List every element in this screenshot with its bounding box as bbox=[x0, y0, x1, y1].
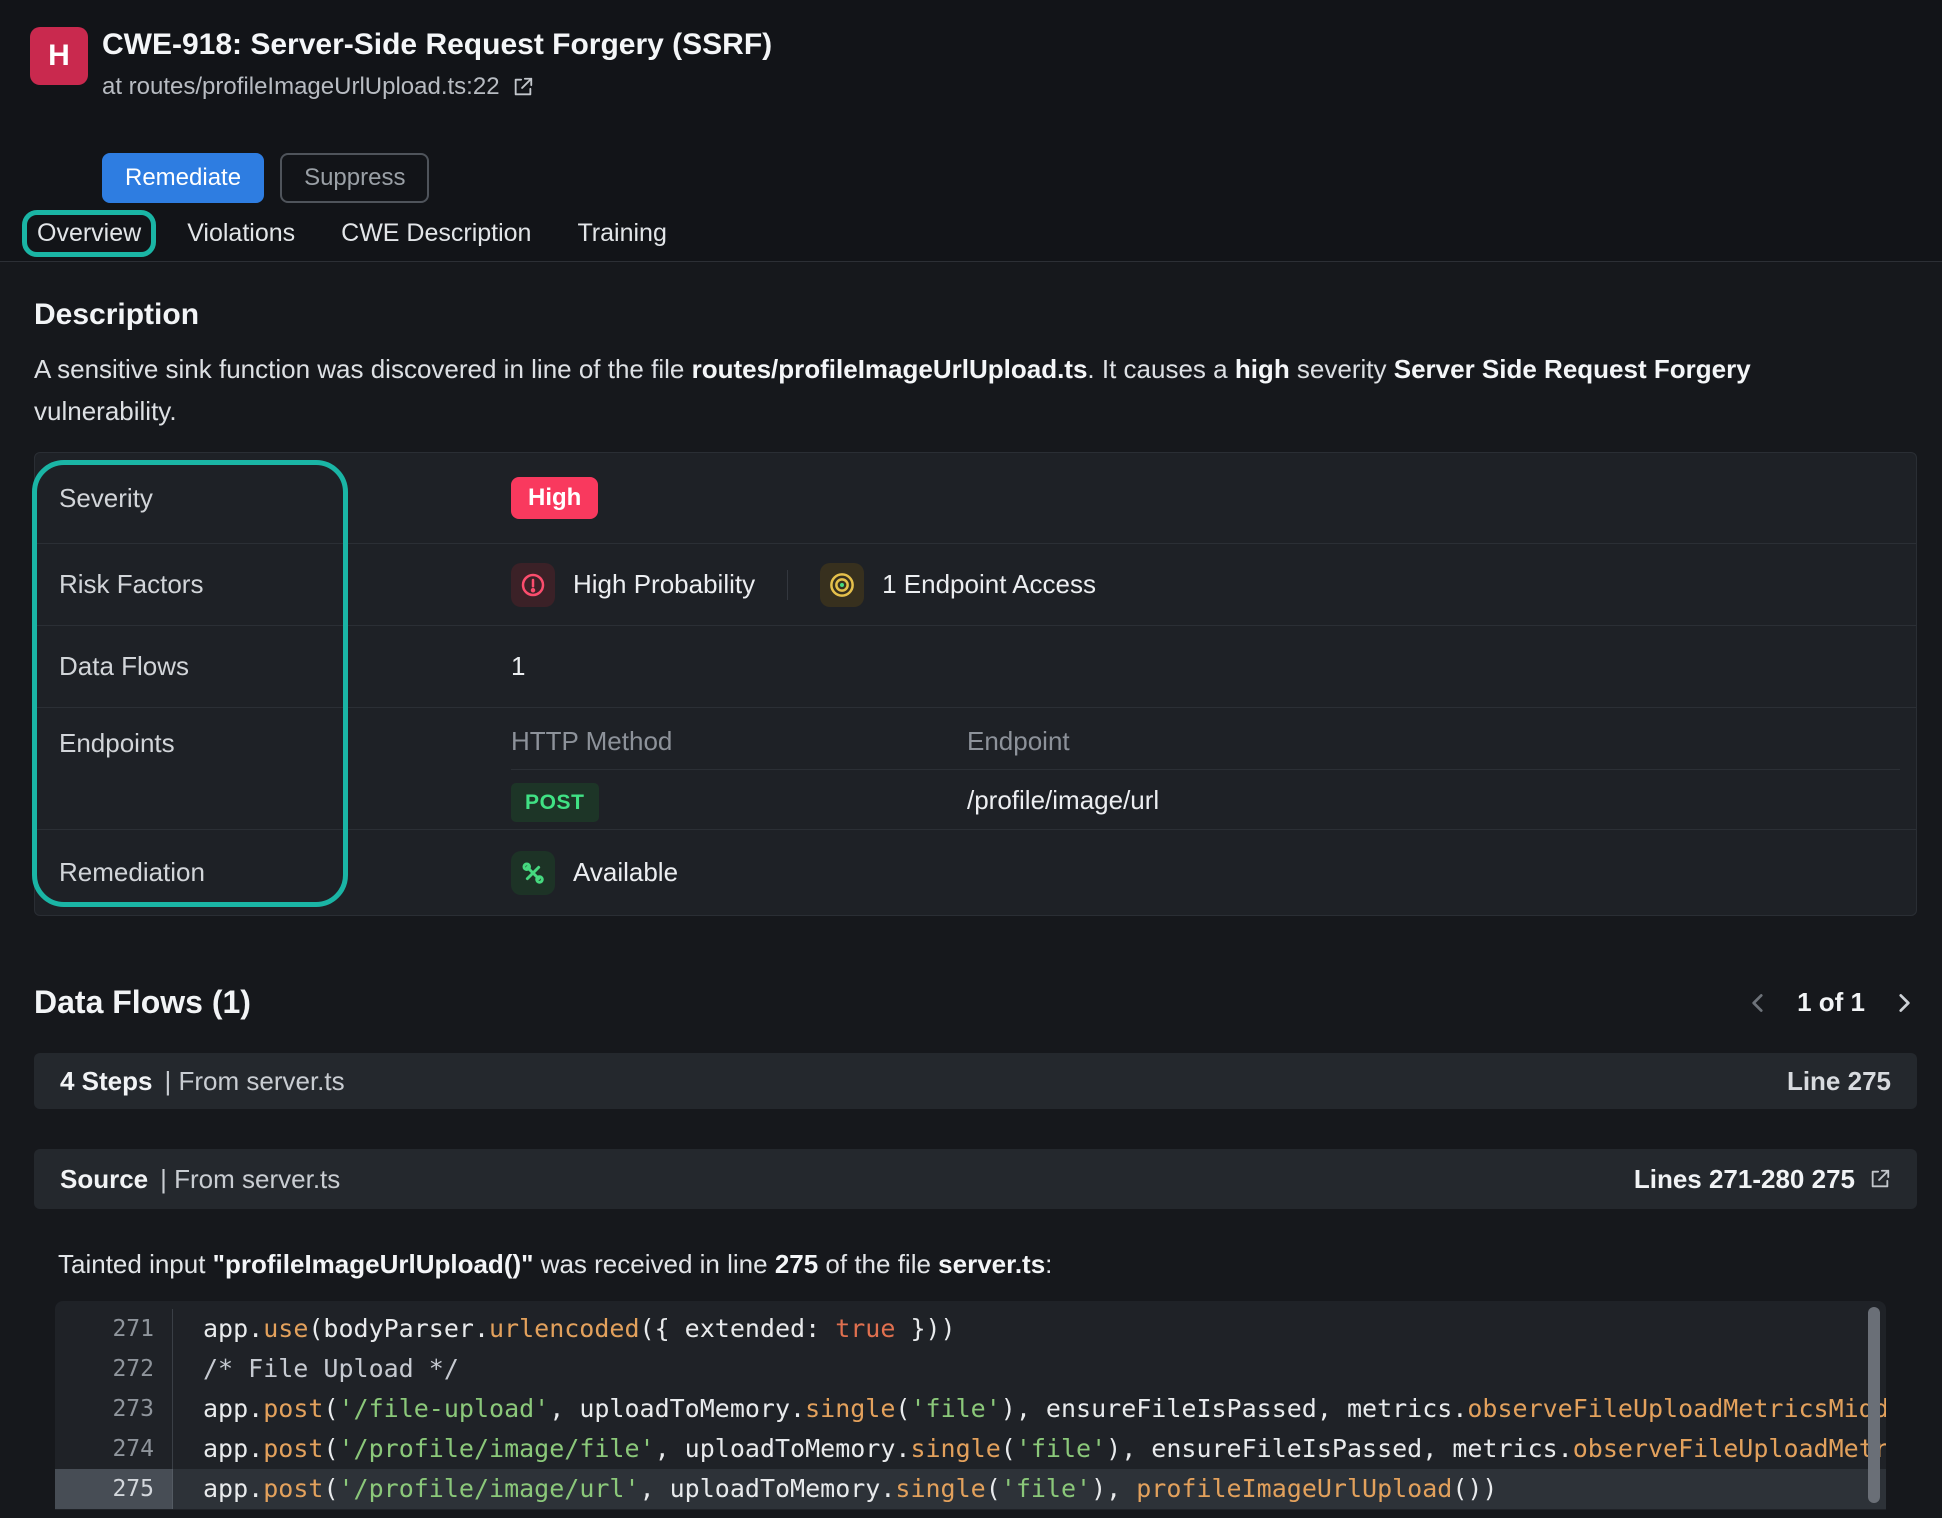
external-link-icon[interactable] bbox=[512, 76, 534, 98]
remediation-row: Remediation Available bbox=[35, 829, 1916, 915]
line-number: 273 bbox=[55, 1389, 173, 1429]
source-from: | From server.ts bbox=[160, 1164, 340, 1195]
suppress-button[interactable]: Suppress bbox=[280, 153, 429, 203]
risk-factor-endpoint-access: 1 Endpoint Access bbox=[882, 569, 1096, 600]
details-card: Severity High Risk Factors High Probabil… bbox=[34, 452, 1917, 916]
tainted-input-name: "profileImageUrlUpload()" bbox=[213, 1249, 534, 1279]
code-line-272: 272/* File Upload */ bbox=[55, 1349, 1886, 1389]
source-lines-label: Lines 271-280 275 bbox=[1634, 1164, 1855, 1195]
vulnerability-detail-page: H CWE-918: Server-Side Request Forgery (… bbox=[0, 0, 1942, 1518]
remediation-label: Remediation bbox=[35, 857, 511, 888]
overview-panel: Description A sensitive sink function wa… bbox=[0, 298, 1942, 1518]
description-text: A sensitive sink function was discovered… bbox=[34, 348, 1884, 432]
tab-cwe-description[interactable]: CWE Description bbox=[341, 219, 531, 248]
description-heading: Description bbox=[34, 298, 1917, 332]
chevron-right-icon[interactable] bbox=[1891, 990, 1917, 1016]
page-title: CWE-918: Server-Side Request Forgery (SS… bbox=[102, 27, 772, 63]
header: H CWE-918: Server-Side Request Forgery (… bbox=[0, 0, 1942, 262]
source-label: Source bbox=[60, 1164, 148, 1195]
description-severity-word: high bbox=[1235, 354, 1290, 384]
data-flows-count: 1 bbox=[511, 651, 525, 682]
tab-overview[interactable]: Overview bbox=[37, 219, 141, 248]
severity-label: Severity bbox=[35, 483, 511, 514]
risk-factor-probability: High Probability bbox=[573, 569, 755, 600]
post-method-badge: POST bbox=[511, 783, 599, 822]
endpoints-row: Endpoints HTTP Method Endpoint POST /pro… bbox=[35, 707, 1916, 829]
line-number: 274 bbox=[55, 1429, 173, 1469]
description-vuln-name: Server Side Request Forgery bbox=[1394, 354, 1751, 384]
endpoint-path: /profile/image/url bbox=[967, 785, 1159, 816]
divider bbox=[787, 570, 788, 600]
pager-count: 1 of 1 bbox=[1797, 987, 1865, 1018]
tainted-input-text: Tainted input "profileImageUrlUpload()" … bbox=[58, 1247, 1917, 1281]
steps-bar[interactable]: 4 Steps | From server.ts Line 275 bbox=[34, 1053, 1917, 1109]
line-number: 272 bbox=[55, 1349, 173, 1389]
scrollbar-thumb[interactable] bbox=[1868, 1307, 1880, 1503]
data-flows-row: Data Flows 1 bbox=[35, 625, 1916, 707]
remediate-button[interactable]: Remediate bbox=[102, 153, 264, 203]
severity-high-icon: H bbox=[30, 27, 88, 85]
tab-training[interactable]: Training bbox=[577, 219, 666, 248]
steps-count: 4 Steps bbox=[60, 1066, 153, 1097]
chevron-left-icon[interactable] bbox=[1745, 990, 1771, 1016]
code-line-271: 271app.use(bodyParser.urlencoded({ exten… bbox=[55, 1309, 1886, 1349]
endpoint-column-header: Endpoint bbox=[967, 726, 1070, 757]
file-location: at routes/profileImageUrlUpload.ts:22 bbox=[102, 73, 500, 101]
endpoints-label: Endpoints bbox=[35, 708, 511, 829]
source-bar[interactable]: Source | From server.ts Lines 271-280 27… bbox=[34, 1149, 1917, 1209]
data-flows-heading: Data Flows (1) bbox=[34, 984, 251, 1021]
code-block: 271app.use(bodyParser.urlencoded({ exten… bbox=[55, 1301, 1886, 1510]
severity-high-badge: High bbox=[511, 477, 598, 519]
severity-row: Severity High bbox=[35, 453, 1916, 543]
data-flows-label: Data Flows bbox=[35, 651, 511, 682]
risk-factors-row: Risk Factors High Probability 1 En bbox=[35, 543, 1916, 625]
line-number: 271 bbox=[55, 1309, 173, 1349]
line-number: 275 bbox=[55, 1469, 173, 1509]
external-link-icon[interactable] bbox=[1869, 1168, 1891, 1190]
tainted-file-name: server.ts bbox=[938, 1249, 1045, 1279]
steps-line-label: Line 275 bbox=[1787, 1066, 1891, 1097]
tab-violations[interactable]: Violations bbox=[187, 219, 295, 248]
code-line-273: 273app.post('/file-upload', uploadToMemo… bbox=[55, 1389, 1886, 1429]
code-line-275: 275app.post('/profile/image/url', upload… bbox=[55, 1469, 1886, 1509]
remediation-available: Available bbox=[573, 857, 678, 888]
tab-overview-label: Overview bbox=[37, 219, 141, 247]
steps-from: | From server.ts bbox=[165, 1066, 345, 1097]
tab-bar: Overview Violations CWE Description Trai… bbox=[0, 203, 1942, 261]
endpoints-column-headers: HTTP Method Endpoint bbox=[511, 708, 1900, 770]
data-flows-pager: 1 of 1 bbox=[1745, 987, 1917, 1018]
description-file: routes/profileImageUrlUpload.ts bbox=[692, 354, 1088, 384]
risk-factors-label: Risk Factors bbox=[35, 569, 511, 600]
http-method-column-header: HTTP Method bbox=[511, 726, 967, 757]
tools-icon bbox=[511, 851, 555, 895]
endpoint-target-icon bbox=[820, 563, 864, 607]
tainted-line-number: 275 bbox=[775, 1249, 818, 1279]
code-line-274: 274app.post('/profile/image/file', uploa… bbox=[55, 1429, 1886, 1469]
probability-badge-icon bbox=[511, 563, 555, 607]
code-lines: 271app.use(bodyParser.urlencoded({ exten… bbox=[55, 1309, 1886, 1509]
